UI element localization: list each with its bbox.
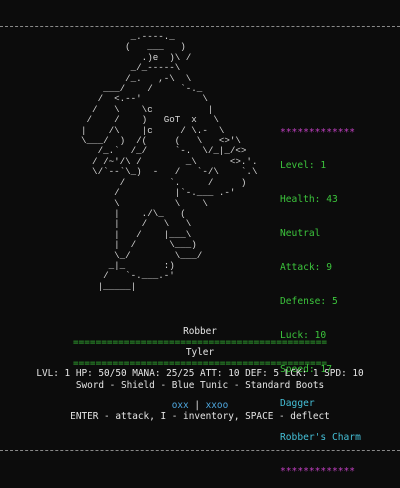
stat-alignment: Neutral bbox=[280, 228, 321, 240]
enemy-ascii-art: _.----._ ( ___ ) .)e )\ / _/_-----\ /_. … bbox=[81, 31, 258, 292]
combo-left: oxx bbox=[171, 400, 189, 411]
stat-defense: Defense: 5 bbox=[280, 296, 338, 308]
enemy-charm: Robber's Charm bbox=[280, 431, 361, 443]
stat-level: Level: 1 bbox=[280, 160, 327, 172]
top-border bbox=[0, 26, 400, 27]
player-stats: LVL: 1 HP: 50/50 MANA: 25/25 ATT: 10 DEF… bbox=[36, 368, 364, 379]
player-gear: Sword - Shield - Blue Tunic - Standard B… bbox=[75, 380, 325, 391]
bottom-border bbox=[0, 450, 400, 451]
enemy-stats-panel: ************* Level: 1 Health: 43 Neutra… bbox=[280, 104, 361, 488]
stats-stars-top: ************* bbox=[280, 126, 356, 138]
combo-right: xxoo bbox=[205, 400, 229, 411]
stat-health: Health: 43 bbox=[280, 194, 338, 206]
controls-hint: ENTER - attack, I - inventory, SPACE - d… bbox=[70, 411, 330, 422]
combo-divider: | bbox=[188, 400, 206, 411]
stat-attack: Attack: 9 bbox=[280, 262, 332, 274]
stats-stars-bottom: ************* bbox=[280, 465, 356, 477]
